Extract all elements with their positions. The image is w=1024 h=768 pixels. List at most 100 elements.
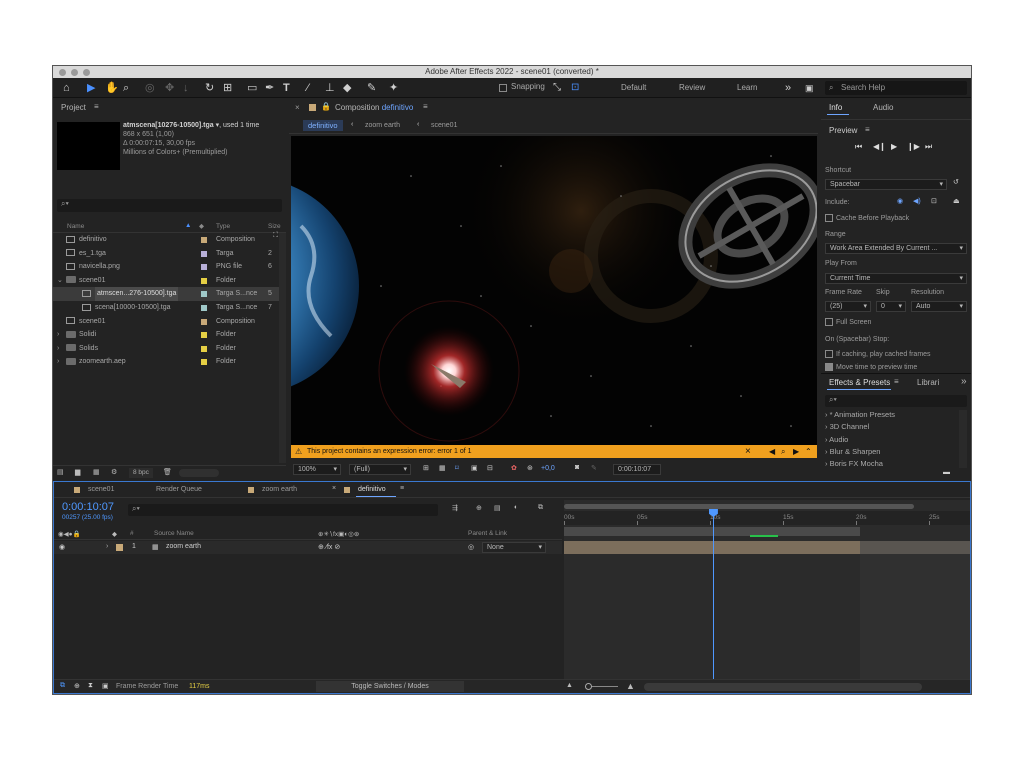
parent-dropdown[interactable]: None ▾	[482, 542, 546, 553]
time-ruler[interactable]: 00s 05s 10s 15s 20s 25s	[564, 511, 970, 525]
layer-name[interactable]: zoom earth	[166, 543, 201, 550]
new-preset-icon[interactable]: ▬	[943, 469, 950, 476]
brush-tool-icon[interactable]: ⁄	[307, 80, 309, 96]
next-error-icon[interactable]: ▶	[793, 445, 799, 458]
first-frame-icon[interactable]: ⏮	[855, 142, 862, 152]
workspace-more-icon[interactable]: »	[785, 81, 791, 95]
effect-category[interactable]: › Audio	[825, 435, 848, 444]
layer-switches-toggle-icon[interactable]: ⧉	[60, 682, 65, 690]
project-item[interactable]: ⌄ scene01 Folder	[53, 274, 279, 288]
col-source-name[interactable]: Source Name	[154, 530, 194, 537]
effects-search-input[interactable]: ⌕▾	[825, 395, 967, 407]
breadcrumb-scene01[interactable]: scene01	[431, 122, 457, 129]
zoom-in-icon[interactable]: ▲	[626, 681, 635, 691]
col-parent-link[interactable]: Parent & Link	[468, 530, 507, 537]
effect-category[interactable]: › * Animation Presets	[825, 410, 895, 419]
col-size[interactable]: Size	[268, 223, 281, 230]
workspace-panel-icon[interactable]: ▣	[805, 80, 814, 96]
previous-error-icon[interactable]: ◀	[769, 445, 775, 458]
transparency-grid-icon[interactable]: ▦	[439, 464, 446, 472]
layer-row[interactable]: ◉ › 1 ▦ zoom earth ⊕ ∕fx ⊘ ◎ None ▾	[54, 541, 562, 554]
tab-effects[interactable]: Effects & Presets	[829, 378, 890, 387]
expand-arrow-icon[interactable]: ›	[57, 328, 59, 342]
timeline-scrollbar[interactable]	[644, 683, 922, 691]
timeline-menu-icon[interactable]: ≡	[400, 485, 404, 492]
skip-dropdown[interactable]: 0 ▾	[876, 301, 906, 312]
range-dropdown[interactable]: Work Area Extended By Current ... ▾	[825, 243, 967, 254]
minimize-window-button[interactable]	[71, 68, 78, 76]
trash-icon[interactable]: 🗑	[163, 468, 172, 476]
rotate-tool-icon[interactable]: ↻	[205, 80, 214, 96]
workspace-review[interactable]: Review	[679, 81, 705, 95]
comp-menu-icon[interactable]: ≡	[423, 102, 428, 111]
region-of-interest-icon[interactable]: ▣	[471, 464, 478, 472]
orbit-tool-icon[interactable]: ◎	[145, 80, 155, 96]
exposure-value[interactable]: +0,0	[541, 465, 555, 472]
pickwhip-icon[interactable]: ◎	[468, 543, 474, 551]
comp-tab-name[interactable]: definitivo	[382, 103, 414, 112]
stop-option2-checkbox[interactable]	[825, 363, 833, 371]
transfer-controls-toggle-icon[interactable]: ⊕	[74, 682, 80, 690]
search-help-input[interactable]: ⌕ Search Help	[825, 81, 967, 95]
lock-icon[interactable]: 🔒	[321, 102, 331, 111]
resolution-dropdown[interactable]: (Full) ▾	[349, 464, 411, 475]
hand-tool-icon[interactable]: ✋	[105, 80, 119, 96]
label-color[interactable]	[201, 305, 207, 311]
zoom-window-button[interactable]	[83, 68, 90, 76]
show-snapshot-icon[interactable]: ✎	[591, 464, 597, 472]
collapse-arrow-icon[interactable]: ⌄	[57, 274, 63, 288]
flowchart-icon[interactable]: ⛶	[273, 232, 278, 240]
workspace-default[interactable]: Default	[621, 81, 646, 95]
project-search-input[interactable]: ⌕▾	[57, 199, 282, 212]
include-audio-icon[interactable]: ◀)	[913, 197, 921, 205]
anchor-tool-icon[interactable]: ⊞	[223, 80, 232, 96]
tab-audio[interactable]: Audio	[873, 103, 893, 112]
tab-render-queue[interactable]: Render Queue	[156, 486, 202, 493]
frame-rate-dropdown[interactable]: (25) ▾	[825, 301, 871, 312]
eraser-tool-icon[interactable]: ◆	[343, 80, 351, 96]
snap-features-icon[interactable]: ⊡	[571, 80, 579, 96]
reset-icon[interactable]: ↺	[953, 178, 959, 186]
zoom-dropdown[interactable]: 100% ▾	[293, 464, 341, 475]
label-color[interactable]	[201, 332, 207, 339]
shy-layers-icon[interactable]: ▤	[494, 504, 501, 512]
shortcut-dropdown[interactable]: Spacebar ▾	[825, 179, 947, 190]
toggle-switches-button[interactable]: Toggle Switches / Modes	[316, 681, 464, 692]
tab-zoom-earth[interactable]: zoom earth	[262, 486, 297, 493]
zoom-slider-handle[interactable]	[585, 683, 592, 690]
snapshot-icon[interactable]: ◙	[575, 464, 579, 471]
project-item[interactable]: definitivo Composition	[53, 233, 279, 247]
grid-guides-icon[interactable]: ⊟	[487, 464, 493, 472]
current-time[interactable]: 0:00:10:07	[62, 501, 114, 513]
layer-switches-icons[interactable]: ⊕ ∕fx ⊘	[318, 543, 340, 551]
effect-category[interactable]: › 3D Channel	[825, 422, 869, 431]
label-color[interactable]	[201, 250, 207, 257]
pen-tool-icon[interactable]: ✒	[265, 80, 274, 96]
project-item[interactable]: scene01 Composition	[53, 315, 279, 329]
label-color[interactable]	[201, 277, 207, 284]
play-from-dropdown[interactable]: Current Time ▾	[825, 273, 967, 284]
current-time-display[interactable]: 0:00:10:07	[613, 464, 661, 475]
next-frame-icon[interactable]: ❙▶	[907, 142, 920, 151]
expand-arrow-icon[interactable]: ›	[57, 355, 59, 369]
close-window-button[interactable]	[59, 68, 66, 76]
effects-more-icon[interactable]: »	[961, 376, 967, 387]
layer-label-color[interactable]	[116, 544, 123, 551]
effect-category[interactable]: › Boris FX Mocha	[825, 459, 883, 468]
new-folder-icon[interactable]: ▆	[75, 468, 80, 476]
project-menu-icon[interactable]: ≡	[94, 102, 99, 111]
cache-checkbox[interactable]	[825, 214, 833, 222]
effect-category[interactable]: › Blur & Sharpen	[825, 447, 880, 456]
breadcrumb-definitivo[interactable]: definitivo	[303, 120, 343, 131]
channel-icon[interactable]: ✿	[511, 464, 517, 472]
label-color[interactable]	[201, 318, 207, 325]
pan-tool-icon[interactable]: ✥	[165, 80, 174, 96]
stop-option1-checkbox[interactable]	[825, 350, 833, 358]
effects-menu-icon[interactable]: ≡	[894, 377, 899, 386]
breadcrumb-zoom-earth[interactable]: zoom earth	[365, 122, 400, 129]
selection-tool-icon[interactable]: ▶	[87, 80, 95, 96]
project-item[interactable]: navicella.png PNG file 6	[53, 260, 279, 274]
timeline-graph[interactable]: 00s 05s 10s 15s 20s 25s	[564, 500, 970, 684]
project-item[interactable]: › Solidi Folder	[53, 328, 279, 342]
project-item[interactable]: es_1.tga Targa 2	[53, 247, 279, 261]
